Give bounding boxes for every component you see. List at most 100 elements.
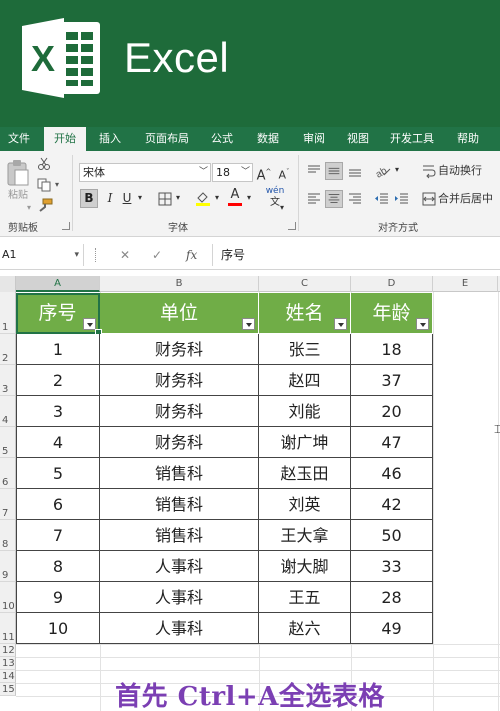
table-cell[interactable]: 人事科: [100, 613, 259, 644]
font-launcher-icon[interactable]: [288, 222, 296, 230]
align-center-icon[interactable]: [325, 190, 343, 208]
table-cell[interactable]: 20: [351, 396, 433, 427]
tab-formulas[interactable]: 公式: [204, 127, 240, 151]
decrease-indent-icon[interactable]: [374, 191, 390, 207]
table-cell[interactable]: 人事科: [100, 582, 259, 613]
tab-developer[interactable]: 开发工具: [384, 127, 440, 151]
table-cell[interactable]: 28: [351, 582, 433, 613]
tab-insert[interactable]: 插入: [92, 127, 128, 151]
row-header-7[interactable]: 7: [0, 489, 16, 520]
column-header-d[interactable]: D: [351, 276, 433, 292]
table-cell[interactable]: 张三: [259, 334, 351, 365]
table-cell[interactable]: 销售科: [100, 458, 259, 489]
paste-dropdown-icon[interactable]: ▾: [24, 199, 34, 217]
align-right-icon[interactable]: [347, 191, 363, 207]
table-header-cell[interactable]: 姓名: [259, 293, 351, 333]
table-cell[interactable]: 9: [16, 582, 100, 613]
fill-color-icon[interactable]: [195, 190, 211, 206]
table-cell[interactable]: 财务科: [100, 427, 259, 458]
table-cell[interactable]: 谢大脚: [259, 551, 351, 582]
filter-dropdown-icon[interactable]: [334, 318, 347, 330]
align-top-icon[interactable]: [306, 163, 322, 179]
table-cell[interactable]: 37: [351, 365, 433, 396]
table-cell[interactable]: 4: [16, 427, 100, 458]
table-cell[interactable]: 谢广坤: [259, 427, 351, 458]
orientation-dropdown-icon[interactable]: ▾: [393, 161, 401, 179]
column-header-a[interactable]: A: [16, 276, 100, 292]
table-header-cell[interactable]: 单位: [100, 293, 259, 333]
insert-function-icon[interactable]: fx: [186, 244, 197, 266]
underline-dropdown-icon[interactable]: ▾: [136, 189, 144, 207]
table-header-cell[interactable]: 年龄: [351, 293, 433, 333]
select-all-corner[interactable]: [0, 276, 16, 292]
row-header-6[interactable]: 6: [0, 458, 16, 489]
decrease-font-size-button[interactable]: Aˇ: [276, 163, 292, 185]
table-cell[interactable]: 8: [16, 551, 100, 582]
align-middle-icon[interactable]: [325, 162, 343, 180]
tab-file[interactable]: 文件: [2, 127, 36, 151]
row-header-13[interactable]: 13: [0, 657, 16, 670]
row-header-12[interactable]: 12: [0, 644, 16, 657]
format-painter-icon[interactable]: [37, 198, 53, 212]
row-header-2[interactable]: 2: [0, 334, 16, 365]
borders-icon[interactable]: [158, 192, 172, 206]
paste-icon[interactable]: [6, 159, 30, 187]
filter-dropdown-icon[interactable]: [242, 318, 255, 330]
orientation-icon[interactable]: ab: [374, 163, 392, 179]
table-cell[interactable]: 18: [351, 334, 433, 365]
increase-indent-icon[interactable]: [394, 191, 410, 207]
filter-dropdown-icon[interactable]: [416, 318, 429, 330]
row-header-4[interactable]: 4: [0, 396, 16, 427]
row-header-1[interactable]: 1: [0, 292, 16, 334]
column-header-e[interactable]: E: [433, 276, 498, 292]
increase-font-size-button[interactable]: A^: [256, 163, 272, 185]
tab-review[interactable]: 审阅: [296, 127, 332, 151]
row-header-9[interactable]: 9: [0, 551, 16, 582]
clipboard-launcher-icon[interactable]: [62, 222, 70, 230]
row-header-5[interactable]: 5: [0, 427, 16, 458]
table-cell[interactable]: 6: [16, 489, 100, 520]
enter-icon[interactable]: ✓: [152, 244, 162, 266]
formula-input[interactable]: 序号: [212, 244, 500, 266]
font-color-dropdown-icon[interactable]: ▾: [245, 189, 253, 207]
cancel-icon[interactable]: ✕: [120, 244, 130, 266]
table-cell[interactable]: 王大拿: [259, 520, 351, 551]
copy-dropdown-icon[interactable]: ▾: [53, 176, 61, 194]
column-header-b[interactable]: B: [100, 276, 259, 292]
row-header-10[interactable]: 10: [0, 582, 16, 613]
merge-center-button[interactable]: 合并后居中: [438, 190, 493, 208]
table-cell[interactable]: 赵四: [259, 365, 351, 396]
borders-dropdown-icon[interactable]: ▾: [174, 189, 182, 207]
bold-button[interactable]: B: [80, 189, 98, 208]
align-left-icon[interactable]: [306, 191, 322, 207]
tab-page-layout[interactable]: 页面布局: [140, 127, 194, 151]
copy-icon[interactable]: [37, 178, 51, 192]
table-cell[interactable]: 财务科: [100, 396, 259, 427]
underline-button[interactable]: U: [120, 189, 134, 207]
name-box[interactable]: A1 ▾: [0, 244, 84, 266]
font-color-button[interactable]: A: [228, 187, 242, 206]
table-cell[interactable]: 7: [16, 520, 100, 551]
merge-center-icon[interactable]: [422, 191, 436, 207]
table-cell[interactable]: 50: [351, 520, 433, 551]
tab-view[interactable]: 视图: [340, 127, 376, 151]
table-cell[interactable]: 财务科: [100, 365, 259, 396]
table-cell[interactable]: 42: [351, 489, 433, 520]
table-cell[interactable]: 刘能: [259, 396, 351, 427]
row-header-8[interactable]: 8: [0, 520, 16, 551]
table-cell[interactable]: 人事科: [100, 551, 259, 582]
fill-color-dropdown-icon[interactable]: ▾: [213, 189, 221, 207]
wrap-text-icon[interactable]: [422, 163, 436, 179]
formula-bar-grip-icon[interactable]: [95, 248, 97, 262]
table-cell[interactable]: 财务科: [100, 334, 259, 365]
table-cell[interactable]: 销售科: [100, 489, 259, 520]
table-cell[interactable]: 46: [351, 458, 433, 489]
table-cell[interactable]: 49: [351, 613, 433, 644]
italic-button[interactable]: I: [103, 189, 117, 207]
table-cell[interactable]: 47: [351, 427, 433, 458]
tab-help[interactable]: 帮助: [450, 127, 486, 151]
tab-home[interactable]: 开始: [44, 127, 86, 152]
table-cell[interactable]: 赵六: [259, 613, 351, 644]
table-cell[interactable]: 33: [351, 551, 433, 582]
font-name-select[interactable]: 宋体 ﹀: [79, 163, 211, 182]
